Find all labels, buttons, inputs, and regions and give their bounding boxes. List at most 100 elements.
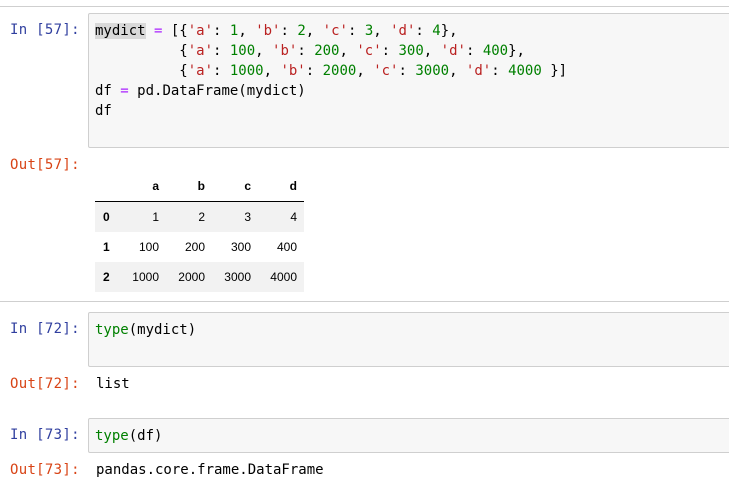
in-prompt-72: In [72]: — [10, 321, 80, 337]
code-line[interactable]: {'a': 100, 'b': 200, 'c': 300, 'd': 400}… — [95, 41, 567, 61]
output-text-72: list — [96, 376, 130, 392]
code-token: }] — [541, 63, 568, 79]
code-token: 100 — [229, 43, 256, 59]
code-token: : — [415, 23, 433, 39]
code-token: 'c' — [356, 43, 382, 59]
code-line[interactable]: {'a': 1000, 'b': 2000, 'c': 3000, 'd': 4… — [95, 61, 567, 81]
table-cell: 4 — [290, 210, 297, 224]
column-header: b — [166, 171, 212, 202]
code-token: df — [95, 83, 121, 99]
table-cell: 2000 — [178, 270, 205, 284]
out-prompt-57: Out[57]: — [10, 157, 80, 173]
code-token: 'c' — [322, 23, 348, 39]
dataframe-table: a b c d 0 1 2 3 4 1 100 200 300 400 2 10… — [95, 171, 304, 292]
code-token: 3 — [364, 23, 374, 39]
code-token: (mydict) — [128, 322, 197, 338]
table-cell: 300 — [230, 240, 251, 254]
cell-divider — [0, 301, 729, 302]
code-token: 'd' — [465, 63, 492, 79]
code-token: 'd' — [390, 23, 416, 39]
table-row: 0 1 2 3 4 — [95, 201, 304, 232]
code-editor-73[interactable]: type(df) — [95, 426, 162, 446]
code-token: type — [95, 322, 129, 338]
code-token: : — [213, 23, 230, 39]
code-token: type — [95, 428, 129, 444]
code-token: 300 — [398, 43, 424, 59]
column-header: a — [120, 171, 166, 202]
code-token: 'a' — [187, 23, 214, 39]
code-token: mydict — [95, 23, 146, 39]
table-cell: 3 — [244, 210, 251, 224]
top-divider — [0, 6, 729, 7]
column-header: d — [258, 171, 304, 202]
code-token: , — [449, 63, 466, 79]
code-token: 'b' — [255, 23, 281, 39]
code-token: pd.DataFrame(mydict) — [128, 83, 306, 99]
code-token: : — [381, 43, 399, 59]
table-cell: 2 — [198, 210, 205, 224]
code-line[interactable]: type(df) — [95, 426, 162, 446]
table-cell: 1 — [152, 210, 159, 224]
code-token: 4000 — [508, 63, 542, 79]
code-token: : — [465, 43, 483, 59]
table-cell: 3000 — [224, 270, 251, 284]
code-token: { — [95, 43, 188, 59]
code-token: : — [213, 43, 230, 59]
code-token: 2000 — [322, 63, 357, 79]
code-token: , — [238, 23, 256, 39]
in-prompt-57: In [57]: — [10, 22, 80, 38]
code-token: : — [280, 23, 298, 39]
code-token: , — [356, 63, 374, 79]
column-header: c — [212, 171, 258, 202]
code-token: : — [347, 23, 365, 39]
table-row: 1 100 200 300 400 — [95, 232, 304, 262]
code-token: , — [423, 43, 441, 59]
code-token: : — [297, 43, 315, 59]
code-token: = — [120, 83, 129, 99]
code-token: 'd' — [440, 43, 466, 59]
code-token: , — [339, 43, 357, 59]
table-header-row: a b c d — [95, 171, 304, 202]
code-editor-72[interactable]: type(mydict) — [95, 320, 196, 340]
code-token: 'b' — [280, 63, 306, 79]
table-cell: 100 — [138, 240, 159, 254]
code-line[interactable]: type(mydict) — [95, 320, 196, 340]
code-token: 'b' — [272, 43, 298, 59]
code-token: [{ — [162, 23, 188, 39]
out-prompt-73: Out[73]: — [10, 462, 80, 478]
code-token: , — [373, 23, 391, 39]
code-token: , — [305, 23, 323, 39]
code-line[interactable]: df — [95, 101, 567, 121]
code-token: 'c' — [373, 63, 399, 79]
output-text-73: pandas.core.frame.DataFrame — [96, 462, 324, 478]
code-token: 400 — [482, 43, 509, 59]
code-line[interactable]: mydict = [{'a': 1, 'b': 2, 'c': 3, 'd': … — [95, 21, 567, 41]
code-token: 4 — [432, 23, 441, 39]
code-cell-73[interactable]: type(df) — [88, 418, 729, 453]
in-prompt-73: In [73]: — [10, 427, 80, 443]
table-cell: 1000 — [132, 270, 159, 284]
code-line[interactable]: df = pd.DataFrame(mydict) — [95, 81, 567, 101]
code-token: 2 — [297, 23, 306, 39]
code-token: df — [95, 103, 112, 119]
code-token: { — [95, 63, 188, 79]
code-token: 3000 — [415, 63, 450, 79]
code-token: }, — [508, 43, 525, 59]
code-token: , — [263, 63, 281, 79]
code-cell-72[interactable]: type(mydict) — [88, 312, 729, 367]
index-header — [95, 171, 120, 202]
code-editor-57[interactable]: mydict = [{'a': 1, 'b': 2, 'c': 3, 'd': … — [95, 21, 567, 121]
code-token: 'a' — [187, 43, 214, 59]
code-cell-57[interactable]: mydict = [{'a': 1, 'b': 2, 'c': 3, 'd': … — [88, 13, 729, 148]
out-prompt-72: Out[72]: — [10, 376, 80, 392]
code-token: }, — [440, 23, 458, 39]
table-cell: 4000 — [270, 270, 297, 284]
row-index: 0 — [103, 210, 110, 224]
table-cell: 200 — [184, 240, 205, 254]
table-cell: 400 — [276, 240, 297, 254]
code-token: 1000 — [229, 63, 264, 79]
code-token: : — [398, 63, 416, 79]
row-index: 1 — [103, 240, 110, 254]
code-token: : — [213, 63, 230, 79]
